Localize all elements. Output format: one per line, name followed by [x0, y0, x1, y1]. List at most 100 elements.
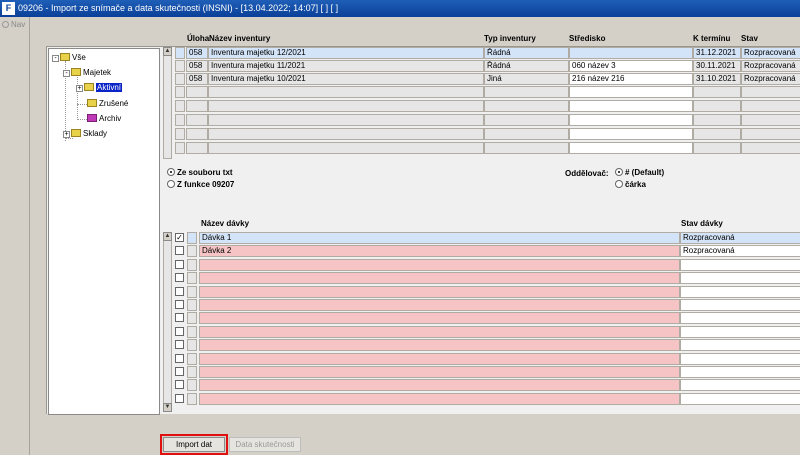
table-cell[interactable] — [186, 100, 208, 112]
source-radio-file[interactable]: Ze souboru txt — [167, 168, 233, 178]
table-cell[interactable] — [569, 86, 693, 98]
table-cell[interactable]: 31.12.2021 — [693, 47, 741, 59]
table-cell[interactable] — [569, 114, 693, 126]
table-cell[interactable]: Rozpracovaná — [680, 245, 800, 257]
batch-checkbox[interactable] — [175, 394, 184, 403]
expand-icon[interactable]: + — [76, 85, 83, 92]
table-cell[interactable] — [693, 114, 741, 126]
table-cell[interactable] — [484, 142, 569, 154]
table-cell[interactable] — [680, 259, 800, 271]
row-selector[interactable] — [187, 339, 197, 351]
table-cell[interactable] — [186, 114, 208, 126]
batch-checkbox[interactable] — [175, 380, 184, 389]
nav-button[interactable]: Nav — [2, 20, 25, 29]
row-selector[interactable] — [187, 245, 197, 257]
table-cell[interactable]: 216 název 216 — [569, 73, 693, 85]
collapse-icon[interactable]: - — [52, 55, 59, 62]
table-cell[interactable] — [741, 128, 800, 140]
table-cell[interactable] — [199, 299, 680, 311]
tree-node-root[interactable]: - Vše — [52, 53, 86, 64]
table-cell[interactable] — [199, 353, 680, 365]
table-cell[interactable] — [680, 353, 800, 365]
batch-checkbox[interactable] — [175, 300, 184, 309]
table-cell[interactable]: 058 — [186, 47, 208, 59]
batch-checkbox[interactable] — [175, 287, 184, 296]
row-selector[interactable] — [175, 142, 185, 154]
table-cell[interactable] — [569, 128, 693, 140]
table-cell[interactable]: Jiná — [484, 73, 569, 85]
table-cell[interactable] — [199, 339, 680, 351]
tree-node-majetek[interactable]: - Majetek — [63, 68, 111, 79]
row-selector[interactable] — [187, 353, 197, 365]
batch-checkbox[interactable] — [175, 340, 184, 349]
expand-icon[interactable]: + — [63, 131, 70, 138]
table-cell[interactable] — [199, 286, 680, 298]
table-cell[interactable]: 31.10.2021 — [693, 73, 741, 85]
separator-radio-default[interactable]: # (Default) — [615, 168, 664, 178]
table-cell[interactable] — [680, 326, 800, 338]
table-cell[interactable] — [186, 142, 208, 154]
table-cell[interactable]: Inventura majetku 12/2021 — [208, 47, 484, 59]
table-cell[interactable]: 30.11.2021 — [693, 60, 741, 72]
table-cell[interactable] — [680, 312, 800, 324]
row-selector[interactable] — [175, 73, 185, 85]
table-cell[interactable] — [199, 272, 680, 284]
tree-node-aktivni[interactable]: + Aktivní — [76, 83, 123, 94]
row-selector[interactable] — [187, 393, 197, 405]
table-cell[interactable]: Rozpracovaná — [741, 73, 800, 85]
row-selector[interactable] — [187, 312, 197, 324]
table-cell[interactable] — [680, 393, 800, 405]
table-cell[interactable] — [199, 312, 680, 324]
table-cell[interactable]: Inventura majetku 10/2021 — [208, 73, 484, 85]
table-cell[interactable] — [199, 379, 680, 391]
table-cell[interactable] — [208, 114, 484, 126]
scroll-up-icon[interactable]: ▲ — [163, 232, 172, 241]
table-cell[interactable] — [693, 100, 741, 112]
table-cell[interactable] — [569, 47, 693, 59]
table-cell[interactable] — [208, 142, 484, 154]
row-selector[interactable] — [187, 379, 197, 391]
table-cell[interactable] — [693, 142, 741, 154]
table-cell[interactable] — [680, 286, 800, 298]
row-selector[interactable] — [187, 259, 197, 271]
table-cell[interactable]: Rozpracovaná — [741, 47, 800, 59]
table-cell[interactable] — [186, 128, 208, 140]
tree-node-sklady[interactable]: + Sklady — [63, 129, 107, 140]
table-cell[interactable] — [484, 86, 569, 98]
table-cell[interactable] — [680, 366, 800, 378]
row-selector[interactable] — [175, 86, 185, 98]
tree-node-archiv[interactable]: Archiv — [87, 114, 121, 125]
table-cell[interactable] — [484, 114, 569, 126]
row-selector[interactable] — [187, 326, 197, 338]
batch-checkbox[interactable] — [175, 273, 184, 282]
table-cell[interactable] — [680, 339, 800, 351]
batch-checkbox[interactable] — [175, 246, 184, 255]
batch-checkbox[interactable] — [175, 354, 184, 363]
table-cell[interactable] — [186, 86, 208, 98]
row-selector[interactable] — [187, 299, 197, 311]
batch-checkbox[interactable]: ✓ — [175, 233, 184, 242]
table-cell[interactable] — [208, 128, 484, 140]
table-cell[interactable]: Řádná — [484, 60, 569, 72]
table-cell[interactable] — [693, 128, 741, 140]
table-cell[interactable]: 058 — [186, 73, 208, 85]
table-cell[interactable] — [741, 114, 800, 126]
separator-radio-comma[interactable]: čárka — [615, 180, 646, 190]
lower-grid-scrollbar[interactable] — [163, 232, 172, 412]
scroll-up-icon[interactable]: ▲ — [163, 47, 172, 56]
collapse-icon[interactable]: - — [63, 70, 70, 77]
upper-grid-scrollbar[interactable] — [163, 47, 172, 159]
table-cell[interactable] — [569, 100, 693, 112]
source-radio-func[interactable]: Z funkce 09207 — [167, 180, 234, 190]
table-cell[interactable] — [741, 142, 800, 154]
table-cell[interactable]: 058 — [186, 60, 208, 72]
tree-node-zrusene[interactable]: Zrušené — [87, 99, 128, 110]
table-cell[interactable] — [484, 100, 569, 112]
batch-checkbox[interactable] — [175, 313, 184, 322]
row-selector[interactable] — [187, 272, 197, 284]
table-cell[interactable] — [680, 379, 800, 391]
table-cell[interactable] — [693, 86, 741, 98]
table-cell[interactable] — [569, 142, 693, 154]
scroll-down-icon[interactable]: ▼ — [163, 403, 172, 412]
row-selector[interactable] — [175, 60, 185, 72]
